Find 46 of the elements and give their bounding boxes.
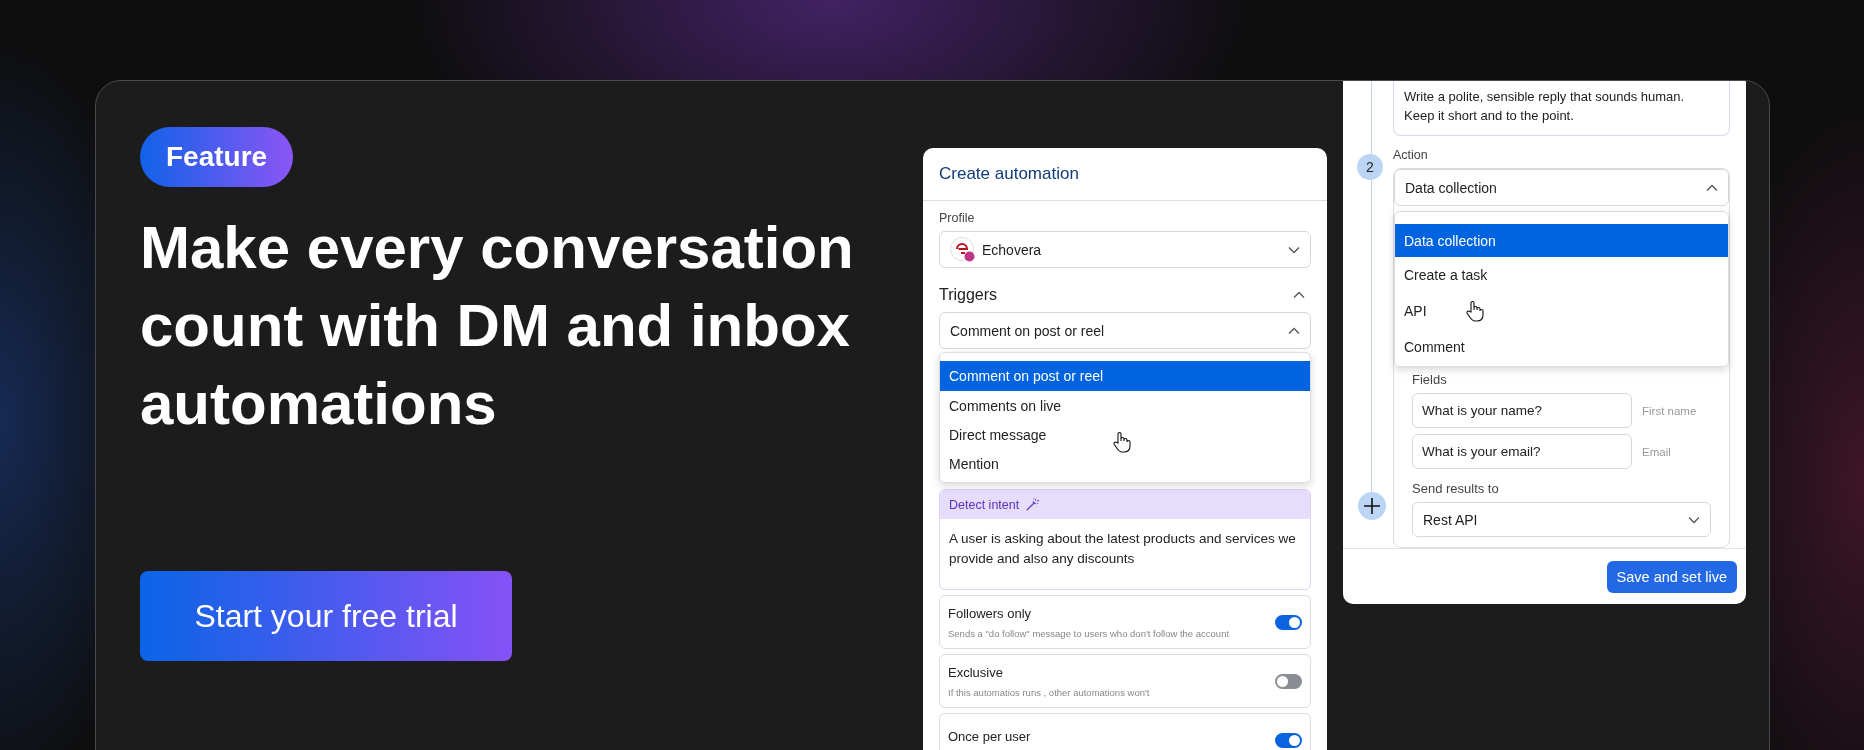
dropdown-option[interactable]: API — [1395, 293, 1728, 329]
step-number: 2 — [1357, 154, 1383, 180]
toggle-switch[interactable] — [1275, 614, 1302, 630]
setting-description: Sends a "do follow" message to users who don't follow the account — [948, 627, 1231, 639]
question-field[interactable]: What is your email? — [1412, 434, 1632, 469]
field-label: Action — [1393, 148, 1428, 162]
hand-cursor-icon — [1465, 300, 1485, 322]
toggle-switch[interactable] — [1275, 732, 1302, 748]
panel-title: Create automation — [939, 164, 1079, 184]
profile-select[interactable]: Echovera — [939, 231, 1311, 268]
destination-select[interactable]: Rest API — [1412, 502, 1711, 537]
dropdown-option[interactable]: Comment — [1395, 329, 1728, 365]
chevron-down-icon — [1688, 515, 1700, 524]
dropdown-option[interactable]: Comment on post or reel — [940, 361, 1310, 391]
chevron-down-icon — [1288, 245, 1300, 254]
field-label: Send results to — [1412, 481, 1499, 496]
question-field[interactable]: What is your name? — [1412, 393, 1632, 428]
magic-wand-icon — [1025, 497, 1040, 512]
field-name: First name — [1642, 404, 1697, 417]
free-trial-button[interactable]: Start your free trial — [140, 571, 512, 661]
avatar-icon — [950, 236, 976, 263]
save-button[interactable]: Save and set live — [1606, 560, 1737, 593]
hand-cursor-icon — [1112, 431, 1132, 453]
prompt-text: Write a polite, sensible reply that sounds human. Keep it short and to the point. — [1404, 88, 1686, 125]
trigger-select[interactable]: Comment on post or reel — [939, 312, 1311, 349]
intent-text: A user is asking about the latest products and services we provide and also any discounts — [948, 530, 1297, 568]
setting-title: Followers only — [948, 605, 1033, 621]
chevron-up-icon[interactable] — [1293, 291, 1305, 299]
intent-label: Detect intent — [949, 497, 1020, 512]
field-name: Email — [1642, 445, 1671, 458]
dropdown-option[interactable]: Mention — [940, 449, 1310, 478]
dropdown-option[interactable]: Comments on live — [940, 391, 1310, 420]
setting-title: Exclusive — [948, 664, 1004, 680]
field-label: Fields — [1412, 372, 1447, 387]
action-select[interactable]: Data collection — [1394, 169, 1729, 206]
feature-badge: Feature — [140, 127, 294, 187]
add-step-button[interactable] — [1358, 492, 1386, 520]
toggle-switch[interactable] — [1275, 673, 1302, 689]
setting-title: Once per user — [948, 729, 1032, 744]
field-label: Profile — [939, 211, 975, 225]
dropdown-option[interactable]: Create a task — [1395, 257, 1728, 293]
setting-description: If this automatios runs , other automations won't — [948, 686, 1151, 698]
dropdown-option[interactable]: Data collection — [1395, 224, 1728, 257]
section-title: Triggers — [939, 286, 998, 304]
headline: Make every conversation count with DM and inbox automations — [140, 213, 855, 439]
dropdown-option[interactable]: Direct message — [940, 420, 1310, 449]
